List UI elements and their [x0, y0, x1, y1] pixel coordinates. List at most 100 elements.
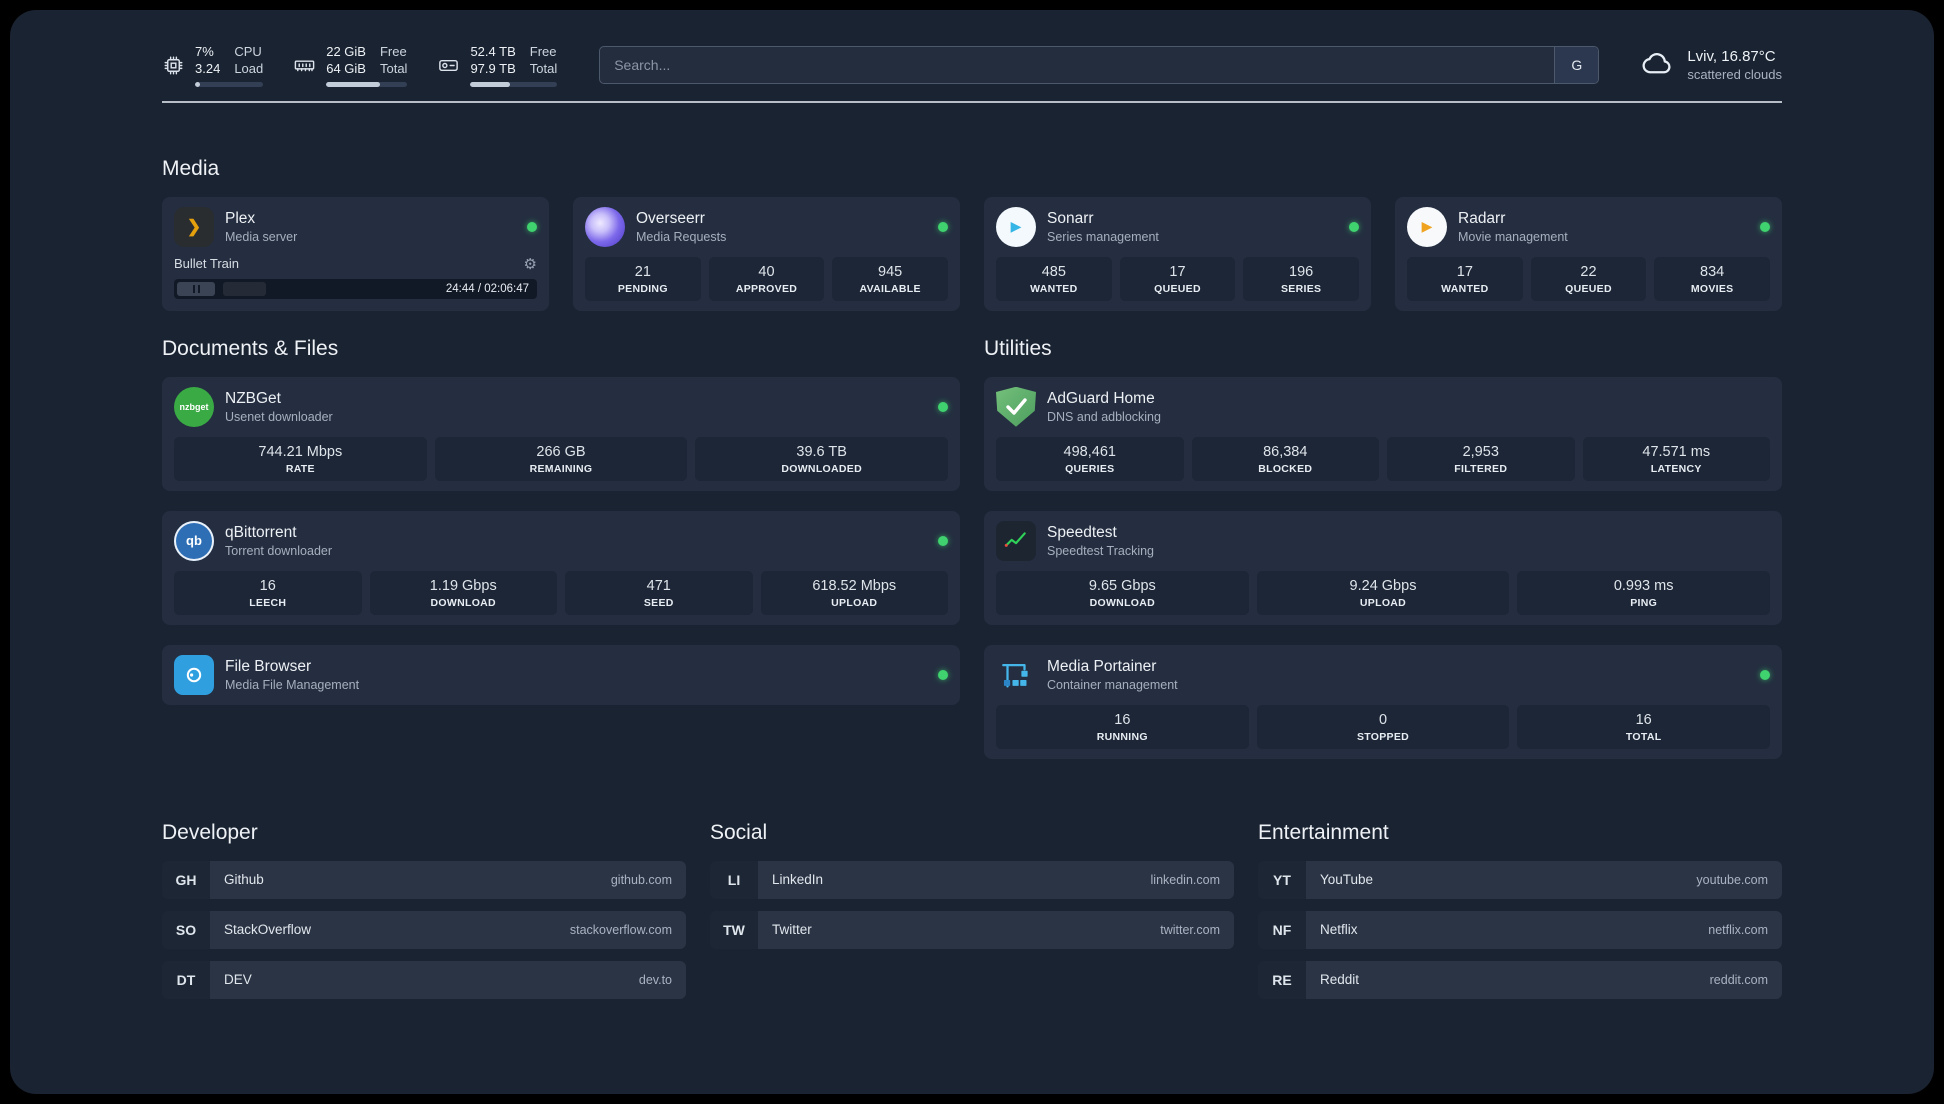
stat-value: 744.21 Mbps: [258, 443, 343, 460]
stat-box: 0 STOPPED: [1256, 704, 1510, 749]
bookmark-youtube[interactable]: YT YouTube youtube.com: [1258, 860, 1782, 899]
stat-value: 1.19 Gbps: [429, 577, 497, 594]
service-title: Sonarr: [1047, 209, 1094, 227]
service-title: Overseerr: [636, 209, 705, 227]
section-utilities: Utilities AdGuard Home DNS and adblockin…: [984, 337, 1782, 759]
bookmark-abbr: DT: [162, 960, 210, 999]
status-dot: [1760, 221, 1770, 232]
cpu-load-value: 3.24: [195, 60, 221, 76]
stat-label: SERIES: [1280, 282, 1322, 295]
bookmark-github[interactable]: GH Github github.com: [162, 860, 686, 899]
bookmark-domain: stackoverflow.com: [569, 922, 672, 937]
service-subtitle: Movie management: [1458, 229, 1568, 244]
service-title: Speedtest: [1047, 523, 1117, 541]
bookmark-name: LinkedIn: [772, 872, 824, 888]
pause-button[interactable]: [177, 281, 215, 296]
bookmark-stackoverflow[interactable]: SO StackOverflow stackoverflow.com: [162, 910, 686, 949]
topbar: 7% CPU 3.24 Load 22 GiB Free 64 GiB Tota…: [162, 44, 1782, 87]
bookmark-domain: linkedin.com: [1150, 872, 1220, 887]
stat-label: LATENCY: [1650, 462, 1702, 475]
sonarr-icon: ▶: [996, 206, 1036, 247]
bookmark-abbr: SO: [162, 910, 210, 949]
radarr-icon: ▶: [1407, 206, 1447, 247]
stat-value: 0.993 ms: [1613, 577, 1674, 594]
stat-value: 266 GB: [536, 443, 586, 460]
stat-box: 266 GB REMAINING: [434, 436, 688, 481]
service-title: File Browser: [225, 657, 312, 675]
stat-label: QUERIES: [1065, 462, 1115, 475]
stat-label: DOWNLOAD: [1089, 596, 1156, 609]
stat-value: 834: [1700, 263, 1725, 280]
stat-value: 0: [1378, 711, 1388, 728]
bookmark-dev[interactable]: DT DEV dev.to: [162, 960, 686, 999]
stat-label: UPLOAD: [1359, 596, 1407, 609]
bookmark-domain: twitter.com: [1160, 922, 1220, 937]
stat-label: FILTERED: [1454, 462, 1508, 475]
playback-progress[interactable]: [223, 281, 438, 296]
search-input[interactable]: [600, 47, 1555, 84]
status-dot: [938, 221, 948, 232]
service-card-qbittorrent[interactable]: qb qBittorrent Torrent downloader 16 LEEC…: [162, 510, 960, 625]
stat-label: PING: [1630, 596, 1658, 609]
media-grid: ❯ Plex Media server Bullet Train ⚙ 24:44…: [162, 196, 1782, 311]
stat-value: 17: [1456, 263, 1473, 280]
section-title-social: Social: [710, 820, 768, 844]
service-subtitle: Media server: [225, 229, 298, 244]
storage-total-label: Total: [529, 60, 558, 76]
stat-box: 17 QUEUED: [1119, 256, 1236, 301]
stat-value: 9.24 Gbps: [1349, 577, 1417, 594]
stat-label: DOWNLOAD: [430, 596, 496, 609]
plex-now-playing-widget: Bullet Train ⚙ 24:44 / 02:06:47: [174, 255, 537, 299]
stat-label: REMAINING: [529, 462, 593, 475]
service-card-nzbget[interactable]: nzbget NZBGet Usenet downloader 744.21 M…: [162, 376, 960, 491]
stat-box: 744.21 Mbps RATE: [174, 436, 427, 481]
stats-row: 498,461 QUERIES 86,384 BLOCKED 2,953 FILTERED…: [996, 436, 1770, 481]
service-subtitle: Media File Management: [225, 677, 360, 692]
memory-free-label: Free: [379, 44, 407, 59]
bookmark-twitter[interactable]: TW Twitter twitter.com: [710, 910, 1234, 949]
cpu-icon: [162, 54, 185, 77]
service-subtitle: Torrent downloader: [225, 543, 333, 558]
stat-box: 618.52 Mbps UPLOAD: [760, 570, 948, 615]
section-title-utilities: Utilities: [984, 336, 1052, 360]
status-dot: [938, 401, 948, 412]
stat-value: 485: [1041, 263, 1066, 280]
service-card-sonarr[interactable]: ▶ Sonarr Series management 485 WANTED 17 QU…: [984, 196, 1371, 311]
stat-label: LEECH: [249, 596, 287, 609]
service-card-radarr[interactable]: ▶ Radarr Movie management 17 WANTED 22 QUEU…: [1395, 196, 1782, 311]
stats-row: 16 LEECH 1.19 Gbps DOWNLOAD 471 SEED 618.52 Mb…: [174, 570, 948, 615]
bookmark-group-developer: Developer GH Github github.com SO StackOverf…: [162, 821, 686, 999]
search-provider-button[interactable]: G: [1554, 47, 1599, 84]
bookmark-linkedin[interactable]: LI LinkedIn linkedin.com: [710, 860, 1234, 899]
service-title: AdGuard Home: [1047, 389, 1155, 407]
service-card-filebrowser[interactable]: File Browser Media File Management: [162, 644, 960, 705]
memory-icon: [293, 54, 316, 77]
stat-label: QUEUED: [1154, 282, 1201, 295]
search-bar: G: [599, 46, 1600, 85]
stat-box: 39.6 TB DOWNLOADED: [695, 436, 948, 481]
stat-value: 22: [1580, 263, 1597, 280]
stat-label: TOTAL: [1625, 730, 1662, 743]
status-dot: [1760, 669, 1770, 680]
stat-box: 0.993 ms PING: [1517, 570, 1770, 615]
service-card-plex[interactable]: ❯ Plex Media server Bullet Train ⚙ 24:44…: [162, 196, 549, 311]
service-subtitle: DNS and adblocking: [1047, 409, 1161, 424]
stat-value: 2,953: [1462, 443, 1499, 460]
stat-value: 618.52 Mbps: [812, 577, 897, 594]
stat-label: BLOCKED: [1258, 462, 1313, 475]
pause-icon: [192, 284, 200, 293]
service-card-overseerr[interactable]: Overseerr Media Requests 21 PENDING 40 APPR…: [573, 196, 960, 311]
service-title: Media Portainer: [1047, 657, 1157, 675]
bookmark-domain: netflix.com: [1708, 922, 1768, 937]
service-card-portainer[interactable]: Media Portainer Container management 16 R…: [984, 644, 1782, 759]
service-title: NZBGet: [225, 389, 281, 407]
bookmark-netflix[interactable]: NF Netflix netflix.com: [1258, 910, 1782, 949]
bookmark-reddit[interactable]: RE Reddit reddit.com: [1258, 960, 1782, 999]
service-card-speedtest[interactable]: Speedtest Speedtest Tracking 9.65 Gbps DO…: [984, 510, 1782, 625]
stat-value: 16: [1114, 711, 1131, 728]
stat-value: 17: [1169, 263, 1186, 280]
service-card-adguard[interactable]: AdGuard Home DNS and adblocking 498,461 Q…: [984, 376, 1782, 491]
gear-icon[interactable]: ⚙: [524, 255, 537, 273]
stats-row: 9.65 Gbps DOWNLOAD 9.24 Gbps UPLOAD 0.993 ms…: [996, 570, 1770, 615]
service-subtitle: Speedtest Tracking: [1047, 543, 1155, 558]
